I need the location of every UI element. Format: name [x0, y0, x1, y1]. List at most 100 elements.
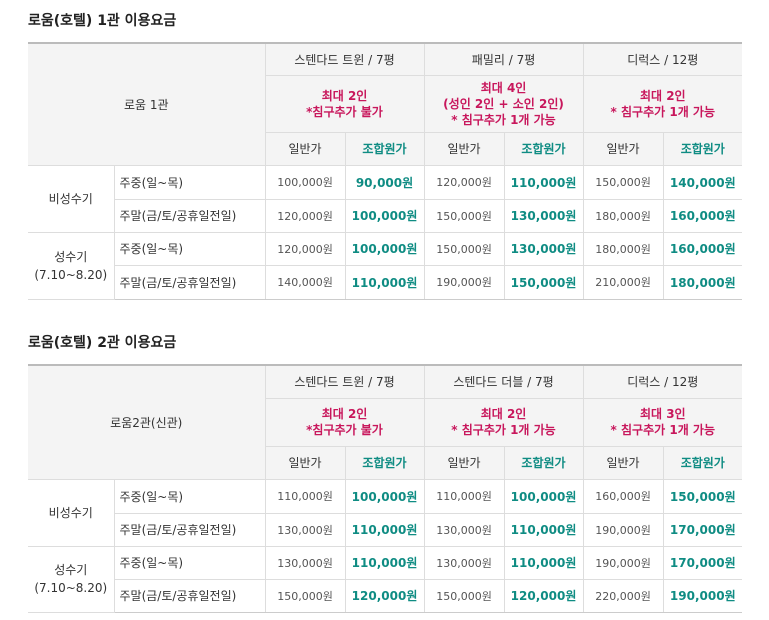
member-price: 110,000원 [504, 545, 584, 580]
regular-price-header: 일반가 [424, 131, 505, 166]
regular-price: 150,000원 [583, 164, 664, 200]
rate-section-1: 로움(호텔) 1관 이용요금 로움 1관 스텐다드 트윈 / 7평 패밀리 / … [28, 0, 743, 300]
occupancy-line: * 침구추가 1개 가능 [451, 423, 556, 437]
table-row: 비성수기 주중(일~목) 110,000원 100,000원 110,000원 … [28, 478, 743, 547]
table-row: 주말(금/토/공휴일전일) 140,000원 110,000원 190,000원… [28, 264, 743, 300]
regular-price: 150,000원 [265, 578, 346, 613]
member-price: 180,000원 [663, 264, 743, 300]
room-occupancy: 최대 2인 * 침구추가 1개 가능 [583, 74, 743, 133]
room-occupancy: 최대 2인 *침구추가 불가 [265, 74, 425, 133]
occupancy-line: *침구추가 불가 [306, 104, 383, 119]
occupancy-line: * 침구추가 1개 가능 [610, 423, 715, 437]
building-label: 로움2관(신관) [28, 364, 266, 480]
regular-price: 140,000원 [265, 264, 346, 300]
member-price-header: 조합원가 [504, 445, 584, 480]
regular-price: 130,000원 [424, 512, 505, 547]
member-price-header: 조합원가 [345, 131, 425, 166]
occupancy-line: 최대 2인 [321, 407, 368, 421]
room-occupancy: 최대 4인 (성인 2인 + 소인 2인) * 침구추가 1개 가능 [424, 74, 584, 133]
member-price: 110,000원 [345, 545, 425, 580]
member-price-header: 조합원가 [663, 445, 743, 480]
occupancy-line: 최대 2인 [480, 407, 527, 421]
building-label: 로움 1관 [28, 42, 266, 166]
regular-price: 180,000원 [583, 231, 664, 266]
regular-price: 190,000원 [583, 545, 664, 580]
day-label: 주중(일~목) [114, 231, 266, 266]
season-line: (7.10~8.20) [34, 267, 108, 282]
season-label: 비성수기 [28, 164, 115, 233]
room-name: 스텐다드 트윈 / 7평 [265, 364, 425, 399]
regular-price-header: 일반가 [583, 131, 664, 166]
rate-table: 로움 1관 스텐다드 트윈 / 7평 패밀리 / 7평 디럭스 / 12평 최대… [28, 42, 743, 300]
day-label: 주말(금/토/공휴일전일) [114, 198, 266, 233]
member-price-header: 조합원가 [345, 445, 425, 480]
member-price-header: 조합원가 [504, 131, 584, 166]
member-price: 100,000원 [504, 478, 584, 514]
room-name: 스텐다드 더블 / 7평 [424, 364, 584, 399]
season-line: 비성수기 [48, 505, 93, 520]
rate-section-2: 로움(호텔) 2관 이용요금 로움2관(신관) 스텐다드 트윈 / 7평 스텐다… [28, 322, 743, 613]
day-label: 주말(금/토/공휴일전일) [114, 264, 266, 300]
member-price: 120,000원 [504, 578, 584, 613]
member-price-header: 조합원가 [663, 131, 743, 166]
member-price: 100,000원 [345, 478, 425, 514]
occupancy-line: * 침구추가 1개 가능 [451, 112, 556, 127]
regular-price: 150,000원 [424, 578, 505, 613]
regular-price: 130,000원 [424, 545, 505, 580]
table-row: 성수기 (7.10~8.20) 주중(일~목) 120,000원 100,000… [28, 231, 743, 300]
table-row: 성수기 (7.10~8.20) 주중(일~목) 130,000원 110,000… [28, 545, 743, 613]
member-price: 140,000원 [663, 164, 743, 200]
room-name: 디럭스 / 12평 [583, 364, 743, 399]
member-price: 110,000원 [345, 264, 425, 300]
regular-price: 120,000원 [265, 198, 346, 233]
regular-price: 120,000원 [265, 231, 346, 266]
regular-price: 190,000원 [583, 512, 664, 547]
member-price: 160,000원 [663, 198, 743, 233]
member-price: 110,000원 [504, 164, 584, 200]
regular-price-header: 일반가 [424, 445, 505, 480]
member-price: 170,000원 [663, 512, 743, 547]
occupancy-line: 최대 2인 [321, 88, 368, 103]
section-title: 로움(호텔) 1관 이용요금 [28, 13, 177, 29]
day-label: 주중(일~목) [114, 164, 266, 200]
regular-price-header: 일반가 [265, 131, 346, 166]
member-price: 130,000원 [504, 231, 584, 266]
occupancy-line: 최대 2인 [639, 88, 686, 103]
room-occupancy: 최대 2인 *침구추가 불가 [265, 397, 425, 447]
table-row: 비성수기 주중(일~목) 100,000원 90,000원 120,000원 1… [28, 164, 743, 233]
season-line: 비성수기 [48, 191, 93, 206]
occupancy-line: (성인 2인 + 소인 2인) [443, 96, 564, 111]
regular-price: 150,000원 [424, 231, 505, 266]
regular-price: 100,000원 [265, 164, 346, 200]
regular-price: 190,000원 [424, 264, 505, 300]
season-line: 성수기 [54, 563, 88, 577]
season-label: 성수기 (7.10~8.20) [28, 231, 115, 300]
regular-price: 120,000원 [424, 164, 505, 200]
regular-price: 150,000원 [424, 198, 505, 233]
section-title: 로움(호텔) 2관 이용요금 [28, 335, 177, 351]
member-price: 130,000원 [504, 198, 584, 233]
day-label: 주중(일~목) [114, 545, 266, 580]
occupancy-line: 최대 3인 [639, 407, 686, 421]
season-line: (7.10~8.20) [34, 581, 108, 595]
regular-price-header: 일반가 [583, 445, 664, 480]
season-label: 비성수기 [28, 478, 115, 547]
regular-price: 180,000원 [583, 198, 664, 233]
regular-price: 130,000원 [265, 512, 346, 547]
table-row: 주말(금/토/공휴일전일) 130,000원 110,000원 130,000원… [28, 512, 743, 547]
regular-price: 130,000원 [265, 545, 346, 580]
day-label: 주중(일~목) [114, 478, 266, 514]
member-price: 100,000원 [345, 231, 425, 266]
member-price: 120,000원 [345, 578, 425, 613]
member-price: 150,000원 [504, 264, 584, 300]
occupancy-line: * 침구추가 1개 가능 [610, 104, 715, 119]
member-price: 160,000원 [663, 231, 743, 266]
regular-price: 220,000원 [583, 578, 664, 613]
season-label: 성수기 (7.10~8.20) [28, 545, 115, 613]
member-price: 150,000원 [663, 478, 743, 514]
room-occupancy: 최대 2인 * 침구추가 1개 가능 [424, 397, 584, 447]
member-price: 90,000원 [345, 164, 425, 200]
table-row: 주말(금/토/공휴일전일) 120,000원 100,000원 150,000원… [28, 198, 743, 233]
member-price: 110,000원 [504, 512, 584, 547]
room-name: 스텐다드 트윈 / 7평 [265, 42, 425, 76]
